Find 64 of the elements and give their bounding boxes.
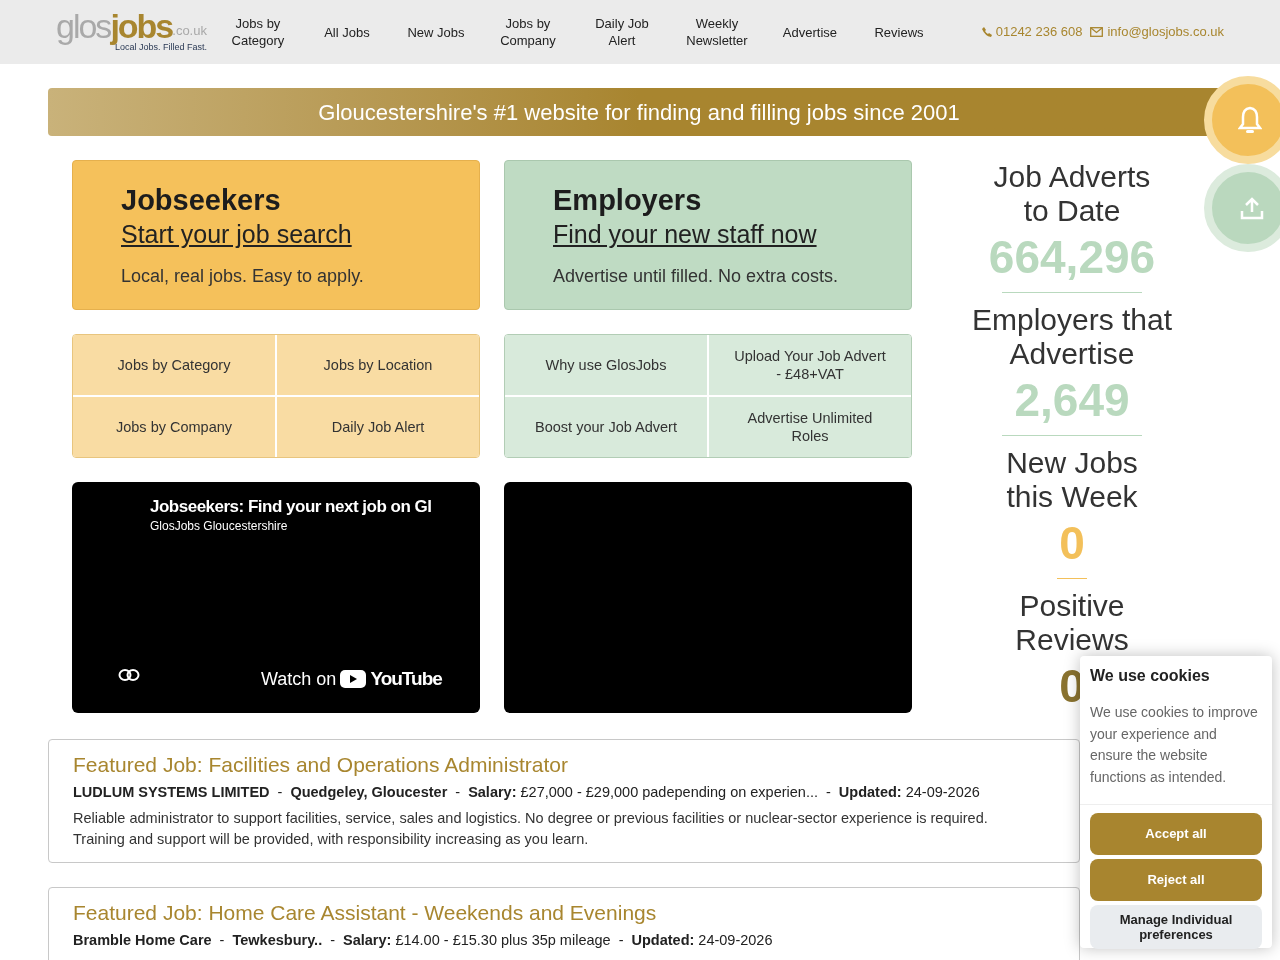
stat-label: Job Adverts to Date: [992, 160, 1152, 228]
company-name: Bramble Home Care: [73, 930, 212, 950]
stat-value: 2,649: [1014, 373, 1130, 428]
phone-icon: [981, 27, 992, 37]
stat-value: 0: [1059, 516, 1085, 571]
menu-tile[interactable]: Boost your Job Advert: [505, 397, 707, 457]
watch-on-youtube-link[interactable]: Watch on YouTube: [261, 665, 442, 694]
nav-link[interactable]: Advertise: [766, 23, 853, 41]
nav-link[interactable]: All Jobs: [300, 23, 393, 41]
panel-link[interactable]: Start your job search: [121, 219, 352, 249]
job-description: Reliable administrator to support facilities, service, sales and logistics. No degree or previous facilities or nuclear-sector experience is required. Training and support will be provided, with responsibility increasing as you learn.: [73, 808, 989, 849]
menu-tile[interactable]: Jobs by Category: [73, 335, 275, 395]
panel-text: Local, real jobs. Easy to apply.: [121, 265, 364, 288]
updated-date: 24-09-2026: [698, 930, 773, 950]
stat-label: Positive Reviews: [1014, 589, 1130, 657]
separator: -: [618, 930, 624, 950]
cookie-button[interactable]: Manage Individual preferences: [1090, 905, 1262, 949]
menu-tile[interactable]: Jobs by Location: [277, 335, 479, 395]
panel-title: Employers: [553, 183, 702, 218]
upload-icon: [1240, 196, 1264, 220]
popup-text: We use cookies to improve your experience and ensure the website functions as intended.: [1089, 703, 1259, 787]
panel-title: Jobseekers: [121, 183, 281, 218]
updated-label: Updated:: [838, 783, 902, 802]
popup-title: We use cookies: [1089, 666, 1211, 686]
stat-label: Employers that Advertise: [970, 303, 1174, 371]
job-card[interactable]: [48, 739, 1080, 863]
bell-icon: [1238, 106, 1262, 134]
stat-value: 664,296: [988, 230, 1156, 285]
stat-label: New Jobs this Week: [1005, 446, 1139, 514]
separator: -: [277, 783, 283, 802]
menu-tile[interactable]: Jobs by Company: [73, 397, 275, 457]
updated-date: 24-09-2026: [905, 783, 980, 802]
separator: -: [826, 783, 831, 802]
channel-name[interactable]: GlosJobs Gloucestershire: [150, 517, 288, 535]
play-icon: [340, 670, 367, 689]
company-name: LUDLUM SYSTEMS LIMITED: [73, 783, 270, 802]
updated-label: Updated:: [631, 930, 695, 950]
nav-link[interactable]: Jobs by Company: [478, 15, 577, 49]
panel-text: Advertise until filled. No extra costs.: [553, 265, 839, 288]
logo-suffix: .co.uk: [172, 24, 207, 38]
menu-tile[interactable]: Upload Your Job Advert - £48+VAT: [709, 335, 911, 395]
video-player[interactable]: Jobseekers: Find your next job on Gl GlosJobs Gloucestershire Watch on YouTube: [72, 482, 480, 713]
salary-value: £27,000 - £29,000 padepending on experien...: [520, 783, 818, 802]
salary-value: £14.00 - £15.30 plus 35p mileage: [395, 930, 611, 950]
nav-link[interactable]: New Jobs: [392, 23, 479, 41]
salary-label: Salary:: [468, 783, 517, 802]
job-location: Tewkesbury..: [232, 930, 323, 950]
separator: -: [219, 930, 225, 950]
nav-link[interactable]: Jobs by Category: [214, 15, 301, 49]
panel-link[interactable]: Find your new staff now: [553, 219, 817, 249]
video-title[interactable]: Jobseekers: Find your next job on Gl: [150, 494, 440, 520]
nav-link[interactable]: Reviews: [852, 23, 945, 41]
mail-icon: [1090, 27, 1104, 37]
nav-link[interactable]: Weekly Newsletter: [666, 15, 767, 49]
job-location: Quedgeley, Gloucester: [290, 783, 448, 802]
menu-tile[interactable]: Why use GlosJobs: [505, 335, 707, 395]
job-card[interactable]: Featured Job: Home Care Assistant - Weekends and Evenings Bramble Home Care - Tewkesbury.. - Salary: £14.00 - £15.30 plus 35p mileage - Updated: 24-09-2026: [48, 886, 1080, 960]
separator: -: [455, 783, 461, 802]
menu-tile[interactable]: Advertise Unlimited Roles: [709, 397, 911, 457]
salary-label: Salary:: [343, 930, 392, 950]
menu-tile[interactable]: Daily Job Alert: [277, 397, 479, 457]
link-icon[interactable]: [118, 668, 140, 682]
nav-link[interactable]: Daily Job Alert: [576, 15, 667, 49]
separator: -: [330, 930, 335, 950]
